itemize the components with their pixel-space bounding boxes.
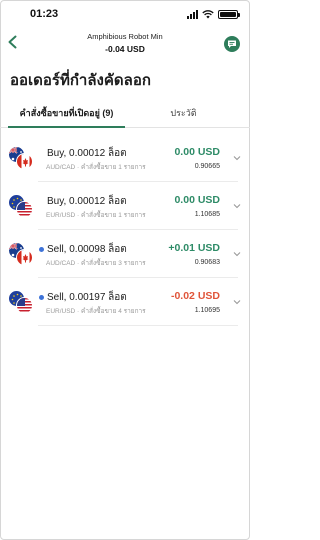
currency-pair-flags <box>8 194 34 218</box>
us-flag-icon <box>16 201 33 218</box>
chat-button[interactable] <box>224 36 240 52</box>
tab-history[interactable]: ประวัติ <box>125 106 242 120</box>
currency-pair-flags <box>8 242 34 266</box>
trade-profit: 0.00 USD <box>174 194 220 206</box>
currency-pair-flags <box>8 290 34 314</box>
tab-bar: คำสั่งซื้อขายที่เปิดอยู่ (9) ประวัติ <box>0 100 250 128</box>
wifi-icon <box>202 10 214 19</box>
trade-subtitle: AUD/CAD · คำสั่งซื้อขาย 3 รายการ <box>46 260 146 267</box>
page-title: ออเดอร์ที่กำลังคัดลอก <box>10 72 151 89</box>
trade-price: 1.10685 <box>194 211 220 218</box>
trade-subtitle: EUR/USD · คำสั่งซื้อขาย 4 รายการ <box>46 308 146 315</box>
chevron-down-icon[interactable] <box>233 298 241 306</box>
order-row[interactable]: Buy, 0.00012 ล็อต AUD/CAD · คำสั่งซื้อขา… <box>0 134 250 182</box>
status-time: 01:23 <box>30 8 59 20</box>
trade-profit: 0.00 USD <box>174 146 220 158</box>
trade-summary: Sell, 0.00098 ล็อต <box>47 244 127 255</box>
chevron-down-icon[interactable] <box>233 250 241 258</box>
trade-profit: +0.01 USD <box>168 242 220 254</box>
tab-open-orders[interactable]: คำสั่งซื้อขายที่เปิดอยู่ (9) <box>8 106 125 128</box>
trade-subtitle: AUD/CAD · คำสั่งซื้อขาย 1 รายการ <box>46 164 146 171</box>
header: Amphibious Robot Min -0.04 USD <box>0 30 250 60</box>
strategy-name: Amphibious Robot Min <box>87 32 163 41</box>
trade-profit: -0.02 USD <box>170 290 220 302</box>
canada-flag-icon <box>16 249 33 266</box>
row-divider <box>38 325 238 326</box>
signal-icon <box>187 10 198 19</box>
order-row[interactable]: Buy, 0.00012 ล็อต EUR/USD · คำสั่งซื้อขา… <box>0 182 250 230</box>
currency-pair-flags <box>8 146 34 170</box>
battery-icon <box>218 10 240 19</box>
us-flag-icon <box>16 297 33 314</box>
strategy-pl: -0.04 USD <box>105 44 145 54</box>
trade-summary: Buy, 0.00012 ล็อต <box>47 148 127 159</box>
trade-summary: Buy, 0.00012 ล็อต <box>47 196 127 207</box>
multi-order-dot <box>39 247 44 252</box>
order-row[interactable]: Sell, 0.00098 ล็อต AUD/CAD · คำสั่งซื้อข… <box>0 230 250 278</box>
canada-flag-icon <box>16 153 33 170</box>
trade-price: 0.90683 <box>194 259 220 266</box>
chat-icon <box>228 40 236 48</box>
status-icons <box>187 10 240 19</box>
trade-price: 0.90665 <box>194 163 220 170</box>
trade-subtitle: EUR/USD · คำสั่งซื้อขาย 1 รายการ <box>46 212 146 219</box>
chevron-down-icon[interactable] <box>233 154 241 162</box>
status-bar: 01:23 <box>0 8 250 24</box>
multi-order-dot <box>39 295 44 300</box>
header-title: Amphibious Robot Min -0.04 USD <box>0 32 250 54</box>
trade-summary: Sell, 0.00197 ล็อต <box>47 292 127 303</box>
trade-price: 1.10695 <box>194 307 220 314</box>
order-row[interactable]: Sell, 0.00197 ล็อต EUR/USD · คำสั่งซื้อข… <box>0 278 250 326</box>
orders-list: Buy, 0.00012 ล็อต AUD/CAD · คำสั่งซื้อขา… <box>0 134 250 326</box>
chevron-down-icon[interactable] <box>233 202 241 210</box>
